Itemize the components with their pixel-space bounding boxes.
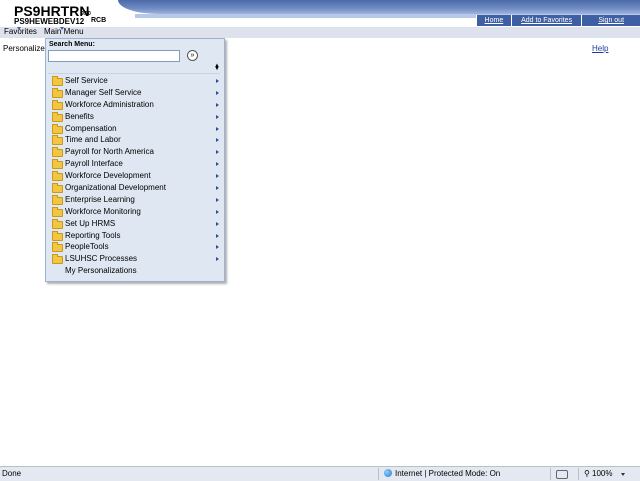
folder-icon [52, 111, 63, 122]
submenu-arrow-icon [216, 126, 219, 131]
zoom-icon: ⚲ [584, 469, 590, 478]
menu-item[interactable]: Self Service [46, 75, 224, 87]
submenu-arrow-icon [216, 209, 219, 214]
submenu-arrow-icon [216, 257, 219, 262]
server-name: PS9HEWEBDEV12 [14, 17, 85, 26]
menu-item[interactable]: Benefits [46, 111, 224, 123]
menu-item-label: Organizational Development [65, 183, 166, 193]
menu-item-label: Time and Labor [65, 135, 121, 145]
menu-item-label: Benefits [65, 111, 94, 121]
folder-icon [52, 76, 63, 86]
dropdown-separator [48, 73, 220, 74]
folder-icon [52, 147, 63, 158]
folder-icon [52, 183, 63, 194]
menu-item-label: Self Service [65, 76, 108, 85]
folder-icon [52, 159, 63, 170]
status-bar: Done Internet | Protected Mode: On ⚲ 100… [0, 466, 640, 481]
submenu-arrow-icon [216, 233, 219, 238]
menu-bar: Favorites Main Menu [0, 27, 640, 38]
menu-item-label: Enterprise Learning [65, 194, 135, 204]
menu-item[interactable]: Reporting Tools [46, 230, 224, 242]
menu-item[interactable]: Enterprise Learning [46, 194, 224, 206]
menu-list: Self Service Manager Self Service Workforc… [46, 75, 224, 277]
menu-item[interactable]: Workforce Development [46, 170, 224, 182]
help-link[interactable]: Help [592, 44, 608, 53]
submenu-arrow-icon [216, 114, 219, 119]
submenu-arrow-icon [216, 79, 219, 83]
folder-icon [52, 99, 63, 110]
menu-item[interactable]: Payroll for North America [46, 146, 224, 158]
favorites-dropdown-icon [17, 27, 21, 30]
main-menu-dropdown: Search Menu: » ▲ ▼ Self Service Manager Se… [45, 38, 225, 282]
zoom-level[interactable]: 100% [592, 469, 612, 478]
search-menu-label: Search Menu: [49, 41, 95, 48]
folder-icon [52, 87, 63, 98]
menu-item-label: Payroll for North America [65, 147, 154, 157]
folder-icon [52, 135, 63, 146]
menu-item[interactable]: Set Up HRMS [46, 218, 224, 230]
menu-item-label: Workforce Development [65, 171, 151, 181]
submenu-arrow-icon [216, 90, 219, 95]
submenu-arrow-icon [216, 197, 219, 202]
globe-icon [384, 469, 392, 477]
menu-item-label: Reporting Tools [65, 230, 121, 240]
status-divider [378, 468, 379, 480]
menu-item[interactable]: Organizational Development [46, 182, 224, 194]
menu-item[interactable]: PeopleTools [46, 241, 224, 253]
menu-item-label: Set Up HRMS [65, 218, 116, 228]
zoom-dropdown-icon[interactable] [621, 473, 625, 476]
menu-item-label: PeopleTools [65, 242, 109, 252]
security-zone[interactable]: Internet | Protected Mode: On [395, 469, 500, 478]
folder-icon [52, 254, 63, 265]
submenu-arrow-icon [216, 174, 219, 179]
protected-mode-icon[interactable] [556, 470, 568, 479]
sort-arrows-icon[interactable]: ▲ ▼ [214, 63, 220, 72]
submenu-arrow-icon [216, 186, 219, 191]
folder-icon [52, 123, 63, 134]
home-link[interactable]: Home [476, 15, 511, 26]
submenu-arrow-icon [216, 221, 219, 226]
header-banner [118, 0, 640, 14]
submenu-arrow-icon [216, 138, 219, 143]
menu-item-label: Workforce Monitoring [65, 206, 141, 216]
status-divider [578, 468, 579, 480]
submenu-arrow-icon [216, 245, 219, 250]
app-header: PS9HRTRN 9.50 PS9HEWEBDEV12 RCB Home Add… [0, 0, 640, 28]
user-id: RCB [91, 17, 107, 24]
menu-item-label: LSUHSC Processes [65, 254, 138, 264]
menu-item-label: Manager Self Service [65, 87, 142, 97]
search-menu-input[interactable] [48, 50, 180, 62]
menu-item-label: Workforce Administration [65, 99, 154, 109]
menu-item[interactable]: Compensation [46, 123, 224, 135]
main-menu-dropdown-icon [60, 27, 64, 30]
menu-item[interactable]: Workforce Monitoring [46, 206, 224, 218]
submenu-arrow-icon [216, 162, 219, 167]
add-to-favorites-link[interactable]: Add to Favorites [510, 15, 582, 26]
header-links: Home Add to Favorites Sign out [476, 15, 640, 26]
menu-item[interactable]: Workforce Administration [46, 99, 224, 111]
personalize-text[interactable]: Personalize [3, 44, 45, 53]
search-go-button[interactable]: » [187, 50, 198, 61]
menu-item-label: My Personalizations [65, 266, 137, 276]
status-divider [550, 468, 551, 480]
menu-item[interactable]: Time and Labor [46, 134, 224, 146]
menu-item[interactable]: LSUHSC Processes [46, 253, 224, 265]
menu-item[interactable]: Payroll Interface [46, 158, 224, 170]
menu-item[interactable]: My Personalizations [46, 265, 224, 277]
folder-icon [52, 194, 63, 205]
folder-icon [52, 242, 63, 253]
folder-icon [52, 218, 63, 229]
folder-icon [52, 171, 63, 182]
folder-icon [52, 230, 63, 241]
submenu-arrow-icon [216, 102, 219, 107]
menu-item-label: Payroll Interface [65, 159, 123, 169]
folder-icon [52, 206, 63, 217]
status-text: Done [2, 469, 22, 478]
sign-out-link[interactable]: Sign out [581, 15, 640, 26]
menu-item[interactable]: Manager Self Service [46, 87, 224, 99]
submenu-arrow-icon [216, 150, 219, 155]
menu-item-label: Compensation [65, 123, 117, 133]
